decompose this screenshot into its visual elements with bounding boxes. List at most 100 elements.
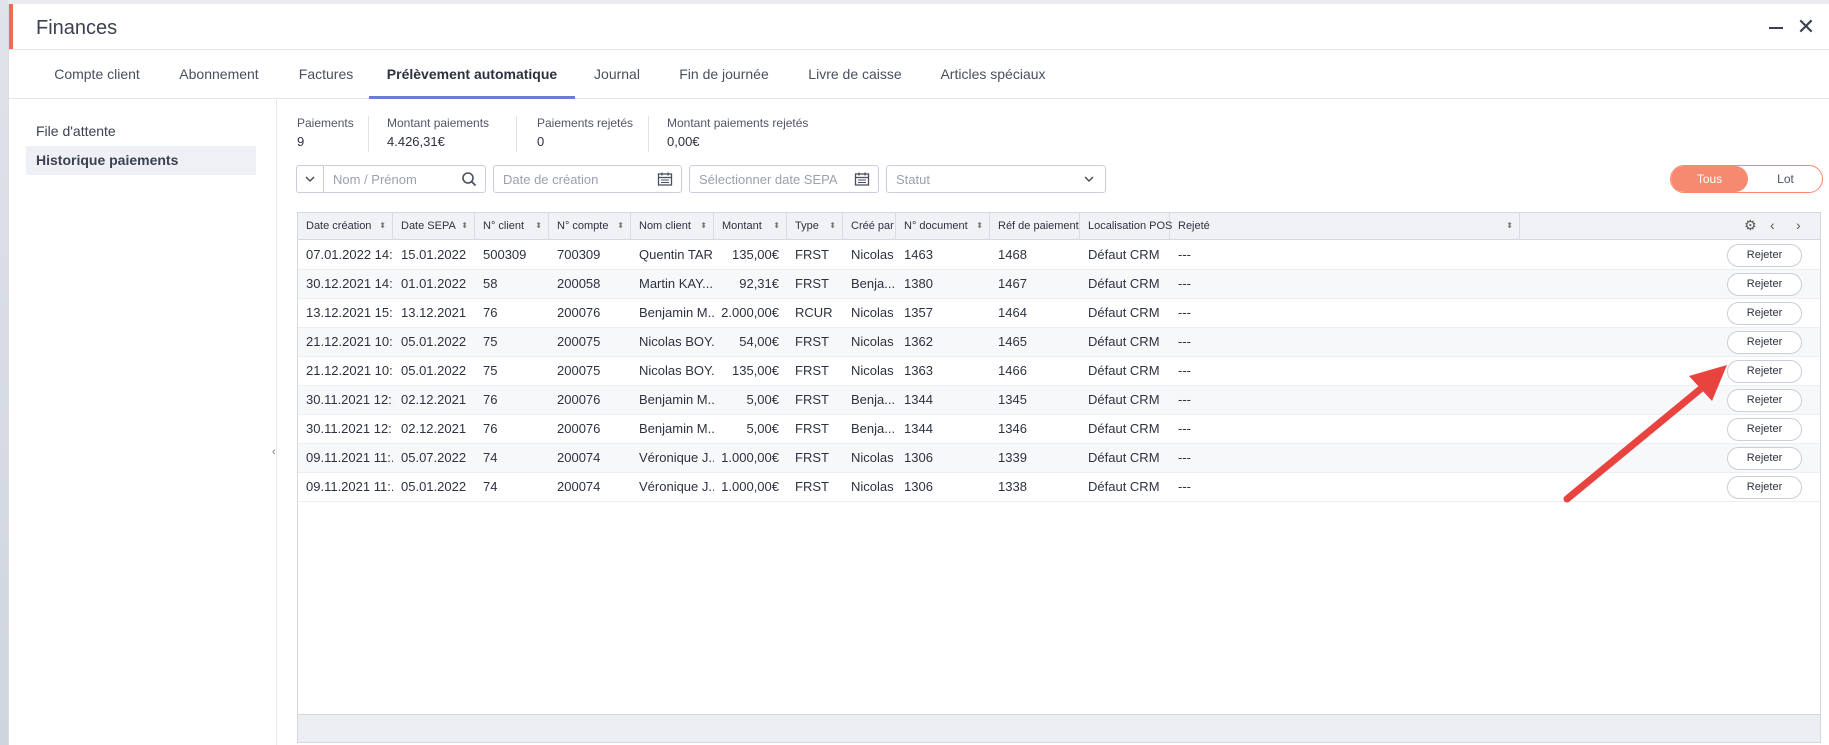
reject-button[interactable]: Rejeter [1727, 447, 1802, 470]
table-cell: Nicolas [851, 450, 894, 465]
toggle-batch-option[interactable]: Lot [1748, 166, 1822, 192]
table-row[interactable]: 07.01.2022 14:... 15.01.2022 500309 700309 Q… [298, 241, 1820, 270]
reject-button[interactable]: Rejeter [1727, 244, 1802, 267]
table-row[interactable]: 21.12.2021 10:... 05.01.2022 75 200075 Nicol… [298, 357, 1820, 386]
chevron-left-icon[interactable]: ‹ [1770, 217, 1775, 233]
tab-livre-de-caisse[interactable]: Livre de caisse [795, 51, 915, 99]
reject-button[interactable]: Rejeter [1727, 302, 1802, 325]
table-cell: 30.12.2021 14:... [306, 276, 393, 291]
creation-date-placeholder: Date de création [503, 172, 599, 187]
sort-icon: ⬍ [535, 221, 542, 230]
table-cell: RCUR [795, 305, 833, 320]
table-cell: Benjamin M... [639, 421, 714, 436]
column-header[interactable]: N° client ⬍ [475, 213, 549, 240]
column-header[interactable]: N° document ⬍ [896, 213, 990, 240]
table-row[interactable]: 30.11.2021 12:... 02.12.2021 76 200076 Benja… [298, 386, 1820, 415]
table-cell: Benjamin M... [639, 392, 714, 407]
calendar-icon[interactable] [657, 171, 673, 187]
table-cell: 1344 [904, 421, 933, 436]
sepa-date-placeholder: Sélectionner date SEPA [699, 172, 838, 187]
tab-journal[interactable]: Journal [579, 51, 655, 99]
tab-articles-speciaux[interactable]: Articles spéciaux [925, 51, 1061, 99]
table-cell: 200058 [557, 276, 601, 291]
minimize-icon[interactable] [1765, 16, 1787, 38]
column-header[interactable]: Réf de paiement [990, 213, 1080, 240]
tab-fin-de-journee[interactable]: Fin de journée [669, 51, 779, 99]
table-cell: 1463 [904, 247, 933, 262]
sepa-date-field[interactable]: Sélectionner date SEPA [689, 165, 879, 193]
table-cell: --- [1178, 247, 1191, 262]
column-header[interactable]: Rejeté ⬍ [1170, 213, 1520, 240]
table-cell: --- [1178, 392, 1191, 407]
table-row[interactable]: 13.12.2021 15:... 13.12.2021 76 200076 Benja… [298, 299, 1820, 328]
search-scope-dropdown[interactable] [297, 166, 324, 192]
reject-button[interactable]: Rejeter [1727, 360, 1802, 383]
stat-value: 9 [297, 134, 305, 149]
sidebar-item-historique-paiements[interactable]: Historique paiements [26, 146, 256, 175]
gear-icon[interactable]: ⚙ [1744, 217, 1757, 234]
sidebar-item-file-d-attente[interactable]: File d'attente [26, 117, 256, 146]
table-cell: Défaut CRM [1088, 421, 1160, 436]
table-cell: Benja... [851, 421, 896, 436]
column-header[interactable]: Nom client ⬍ [631, 213, 714, 240]
column-header[interactable]: Localisation POS [1080, 213, 1172, 240]
sort-icon: ⬍ [976, 221, 983, 230]
reject-button[interactable]: Rejeter [1727, 476, 1802, 499]
reject-button[interactable]: Rejeter [1727, 418, 1802, 441]
table-row[interactable]: 09.11.2021 11:... 05.01.2022 74 200074 Véron… [298, 473, 1820, 502]
column-header[interactable]: Montant ⬍ [714, 213, 787, 240]
column-header[interactable]: N° compte ⬍ [549, 213, 631, 240]
tab-abonnement[interactable]: Abonnement [164, 51, 274, 99]
status-select[interactable]: Statut [886, 165, 1106, 193]
table-cell: Nicolas [851, 247, 894, 262]
column-header[interactable]: Créé par [843, 213, 896, 240]
tab-compte-client[interactable]: Compte client [33, 51, 161, 99]
table-row[interactable]: 21.12.2021 10:... 05.01.2022 75 200075 Nicol… [298, 328, 1820, 357]
table-cell: Martin KAY... [639, 276, 713, 291]
table-cell: 500309 [483, 247, 527, 262]
stat-value: 0 [537, 134, 545, 149]
search-icon[interactable] [461, 171, 477, 187]
table-row[interactable]: 30.11.2021 12:... 02.12.2021 76 200076 Benja… [298, 415, 1820, 444]
calendar-icon[interactable] [854, 171, 870, 187]
table-cell: Benja... [851, 276, 896, 291]
stat-rejected-amount: Montant paiements rejetés 0,00€ [667, 116, 827, 152]
stat-label: Paiements [297, 116, 354, 130]
stat-label: Montant paiements rejetés [667, 116, 809, 130]
sidebar: File d'attente Historique paiements ‹ [9, 100, 277, 745]
column-header[interactable]: Type ⬍ [787, 213, 843, 240]
reject-button[interactable]: Rejeter [1727, 389, 1802, 412]
table-cell: 54,00€ [739, 334, 779, 349]
table-row[interactable]: 09.11.2021 11:... 05.07.2022 74 200074 Véron… [298, 444, 1820, 473]
table-cell: 05.01.2022 [401, 334, 467, 349]
table-cell: 5,00€ [746, 392, 779, 407]
table-cell: 2.000,00€ [721, 305, 779, 320]
chevron-down-icon [1084, 176, 1094, 183]
table-cell: 30.11.2021 12:... [306, 392, 393, 407]
table-cell: 1363 [904, 363, 933, 378]
stat-value: 4.426,31€ [387, 134, 445, 149]
table-cell: 75 [483, 363, 498, 378]
reject-button[interactable]: Rejeter [1727, 273, 1802, 296]
table-cell: 76 [483, 421, 498, 436]
reject-button[interactable]: Rejeter [1727, 331, 1802, 354]
table-cell: Défaut CRM [1088, 305, 1160, 320]
table-cell: 1468 [998, 247, 1027, 262]
close-icon[interactable]: ✕ [1795, 16, 1817, 38]
column-header[interactable]: Date création ⬍ [298, 213, 393, 240]
all-batch-toggle: Tous Lot [1670, 165, 1823, 193]
table-cell: 13.12.2021 15:... [306, 305, 393, 320]
collapse-handle-icon[interactable]: ‹ [272, 446, 276, 458]
table-cell: 30.11.2021 12:... [306, 421, 393, 436]
chevron-right-icon[interactable]: › [1796, 217, 1801, 233]
tab-prelevement-automatique[interactable]: Prélèvement automatique [369, 51, 575, 99]
table-cell: Défaut CRM [1088, 276, 1160, 291]
tab-factures[interactable]: Factures [281, 51, 371, 99]
filter-bar: Nom / Prénom Date de création Sélectionn… [296, 165, 1829, 193]
name-search-input[interactable]: Nom / Prénom [333, 172, 417, 187]
column-header[interactable]: Date SEPA ⬍ [393, 213, 475, 240]
toggle-all-option[interactable]: Tous [1671, 166, 1748, 192]
creation-date-field[interactable]: Date de création [493, 165, 682, 193]
stat-label: Paiements rejetés [537, 116, 634, 130]
table-row[interactable]: 30.12.2021 14:... 01.01.2022 58 200058 Marti… [298, 270, 1820, 299]
